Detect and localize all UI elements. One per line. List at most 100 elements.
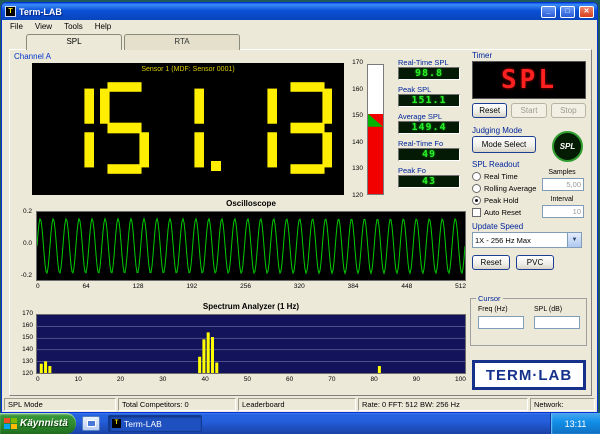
seven-segment-value — [32, 82, 344, 174]
radio-icon — [472, 171, 481, 181]
spl-readout-options: Real Time Rolling Average Peak Hold Auto… — [472, 170, 536, 218]
radio-icon — [472, 183, 481, 193]
status-competitors: Total Competitors: 0 — [118, 398, 236, 411]
menu-file[interactable]: File — [4, 22, 29, 31]
spectrum-x-axis: 0 10 20 30 40 50 60 70 80 90 100 — [36, 376, 466, 383]
termlab-app-icon: T — [112, 419, 121, 428]
spectrum-y-axis: 170 160 150 140 130 120 — [22, 310, 33, 377]
sensor-label: Sensor 1 (MDF: Sensor 0001) — [141, 66, 235, 73]
app-icon: T — [5, 6, 16, 17]
spl-logo-icon: SPL — [552, 131, 583, 162]
cursor-spl-label: SPL (dB) — [534, 306, 563, 313]
taskbar-item-termlab[interactable]: T Term-LAB — [108, 415, 202, 432]
spectrum-bars — [39, 332, 381, 373]
status-mode: SPL Mode — [4, 398, 116, 411]
menu-tools[interactable]: Tools — [58, 22, 89, 31]
radio-real-time[interactable]: Real Time — [472, 170, 536, 182]
maximize-button[interactable]: □ — [560, 5, 575, 18]
meter-tick: 160 — [352, 85, 363, 93]
readout-average-spl: Average SPL 149.4 — [398, 112, 464, 134]
timer-reset-button[interactable]: Reset — [472, 103, 508, 118]
mode-select-button[interactable]: Mode Select — [472, 136, 536, 153]
oscilloscope-title: Oscilloscope — [226, 199, 276, 208]
cursor-spl-field[interactable] — [534, 316, 580, 329]
cursor-group-label: Cursor — [476, 294, 503, 303]
timer-display-text: SPL — [501, 65, 557, 95]
taskbar: Käynnistä T Term-LAB 13:11 — [0, 413, 600, 434]
pvc-button[interactable]: PVC — [516, 255, 554, 270]
interval-label: Interval — [550, 196, 574, 203]
meter-tick: 150 — [352, 112, 363, 120]
interval-field[interactable]: 10 — [542, 205, 584, 218]
update-speed-select[interactable]: 1X - 256 Hz Max ▼ — [472, 232, 582, 248]
spl-main-display: Sensor 1 (MDF: Sensor 0001) — [32, 63, 344, 195]
title-bar[interactable]: T Term-LAB _ □ ✕ — [2, 3, 597, 20]
start-button[interactable]: Käynnistä — [0, 413, 76, 434]
samples-field[interactable]: 5,00 — [542, 178, 584, 191]
spectrum-title: Spectrum Analyzer (1 Hz) — [202, 302, 300, 311]
main-panel: Channel A Sensor 1 (MDF: Sensor 0001) 17… — [9, 49, 592, 396]
cursor-group: Cursor Freq (Hz) SPL (dB) — [470, 294, 587, 346]
cursor-freq-field[interactable] — [478, 316, 524, 329]
radio-rolling-average[interactable]: Rolling Average — [472, 182, 536, 194]
tab-rta[interactable]: RTA — [124, 34, 240, 50]
system-tray: 13:11 — [550, 413, 600, 434]
radio-selected-icon — [472, 195, 481, 205]
oscilloscope-plot — [36, 211, 466, 281]
osc-y-tick: -0.2 — [20, 272, 32, 279]
meter-green-band — [368, 113, 383, 127]
chevron-down-icon[interactable]: ▼ — [567, 233, 581, 247]
app-window: T Term-LAB _ □ ✕ File View Tools Help SP… — [1, 2, 598, 413]
timer-buttons: Reset Start Stop — [472, 103, 586, 118]
osc-x-axis: 0 64 128 192 256 320 384 448 512 — [36, 283, 466, 290]
timer-display: SPL — [472, 61, 586, 99]
tab-spl[interactable]: SPL — [26, 34, 122, 50]
waveform-trace — [37, 217, 465, 275]
osc-y-tick: 0.0 — [22, 240, 32, 247]
meter-tick: 130 — [352, 165, 363, 173]
checkbox-auto-reset[interactable]: Auto Reset — [472, 206, 536, 218]
clock: 13:11 — [564, 418, 587, 429]
channel-label: Channel A — [14, 52, 51, 61]
window-glyph-icon — [86, 420, 96, 427]
windows-logo-icon — [4, 417, 17, 429]
tab-strip: SPL RTA — [26, 34, 242, 50]
readout-peak-fo: Peak Fo 43 — [398, 166, 464, 188]
timer-stop-button[interactable]: Stop — [550, 103, 586, 118]
menu-view[interactable]: View — [29, 22, 58, 31]
samples-label: Samples — [548, 169, 576, 176]
meter-tick: 120 — [352, 191, 363, 199]
update-speed-label: Update Speed — [472, 222, 524, 231]
timer-start-button[interactable]: Start — [511, 103, 547, 118]
status-bar: SPL Mode Total Competitors: 0 Leaderboar… — [4, 398, 595, 411]
meter-tick: 170 — [352, 59, 363, 66]
status-rate: Rate: 0 FFT: 512 BW: 256 Hz — [358, 398, 528, 411]
termlab-logo: TERM·LAB — [472, 360, 586, 390]
menu-bar: File View Tools Help — [2, 20, 597, 32]
radio-peak-hold[interactable]: Peak Hold — [472, 194, 536, 206]
quick-launch-icon[interactable] — [82, 416, 100, 431]
readout-peak-spl: Peak SPL 151.1 — [398, 85, 464, 107]
window-title: Term-LAB — [19, 6, 62, 17]
judging-mode-label: Judging Mode — [472, 126, 523, 135]
led-display: 43 — [398, 175, 460, 188]
led-display: 98.8 — [398, 67, 460, 80]
status-leaderboard: Leaderboard — [238, 398, 356, 411]
meter-red-fill — [368, 113, 383, 194]
close-button[interactable]: ✕ — [579, 5, 594, 18]
status-network: Network: — [530, 398, 595, 411]
reset-button[interactable]: Reset — [472, 255, 510, 270]
readout-column: Real-Time SPL 98.8 Peak SPL 151.1 Averag… — [398, 58, 464, 193]
readout-real-time-fo: Real-Time Fo 49 — [398, 139, 464, 161]
spl-readout-label: SPL Readout — [472, 160, 520, 169]
osc-y-tick: 0.2 — [22, 208, 32, 215]
meter-scale: 170 160 150 140 130 120 — [340, 59, 363, 199]
spl-level-meter — [367, 64, 384, 195]
checkbox-icon — [472, 207, 481, 217]
led-display: 49 — [398, 148, 460, 161]
timer-section-label: Timer — [472, 51, 493, 60]
minimize-button[interactable]: _ — [541, 5, 556, 18]
readout-real-time-spl: Real-Time SPL 98.8 — [398, 58, 464, 80]
meter-tick: 140 — [352, 138, 363, 146]
menu-help[interactable]: Help — [89, 22, 117, 31]
